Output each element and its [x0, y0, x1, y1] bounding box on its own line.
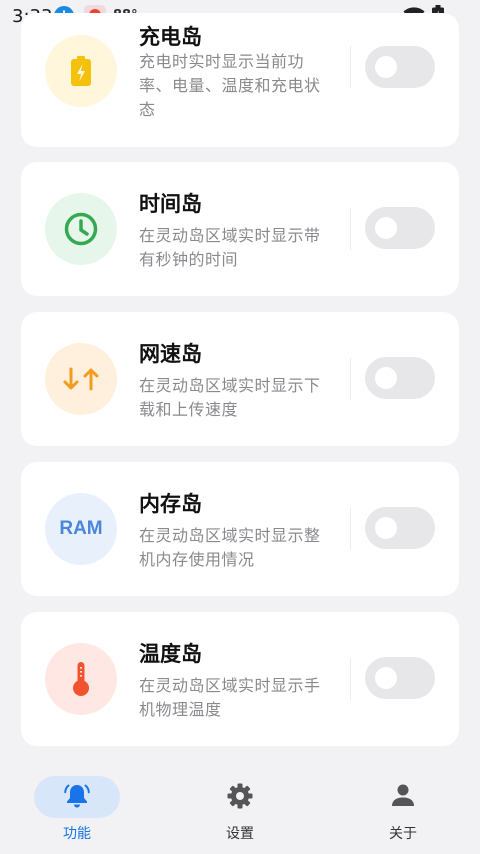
ram-icon: RAM — [59, 518, 103, 539]
bell-icon — [20, 782, 134, 810]
divider — [350, 508, 351, 550]
thermometer-icon — [73, 662, 89, 696]
battery-bolt-icon — [71, 56, 91, 86]
feature-description: 在灵动岛区域实时显示下载和上传速度 — [139, 376, 321, 419]
feature-card-network-speed: 网速岛 在灵动岛区域实时显示下载和上传速度 — [21, 312, 459, 446]
toggle-knob — [375, 367, 397, 389]
nav-tab-features[interactable]: 功能 — [20, 762, 134, 854]
feature-description: 充电时实时显示当前功率、电量、温度和充电状态 — [139, 52, 321, 119]
network-speed-island-toggle[interactable] — [365, 357, 435, 399]
charging-icon-circle — [45, 35, 117, 107]
feature-description: 在灵动岛区域实时显示整机内存使用情况 — [139, 526, 321, 569]
nav-tab-about[interactable]: 关于 — [343, 762, 463, 854]
up-down-arrows-icon — [63, 367, 99, 391]
feature-title: 时间岛 — [139, 192, 202, 216]
divider — [350, 658, 351, 700]
toggle-knob — [375, 667, 397, 689]
toggle-knob — [375, 217, 397, 239]
nav-label: 设置 — [226, 826, 254, 842]
feature-card-charging: 充电岛 充电时实时显示当前功率、电量、温度和充电状态 — [21, 13, 459, 147]
feature-card-temperature: 温度岛 在灵动岛区域实时显示手机物理温度 — [21, 612, 459, 746]
nav-label: 关于 — [389, 826, 417, 842]
memory-icon-circle: RAM — [45, 493, 117, 565]
nav-tab-settings[interactable]: 设置 — [180, 762, 300, 854]
divider — [350, 208, 351, 250]
memory-island-toggle[interactable] — [365, 507, 435, 549]
toggle-knob — [375, 517, 397, 539]
gear-icon — [180, 782, 300, 810]
clock-icon — [64, 212, 98, 246]
temperature-island-toggle[interactable] — [365, 657, 435, 699]
feature-title: 充电岛 — [139, 25, 202, 49]
feature-description: 在灵动岛区域实时显示带有秒钟的时间 — [139, 226, 321, 269]
time-icon-circle — [45, 193, 117, 265]
charging-island-toggle[interactable] — [365, 46, 435, 88]
time-island-toggle[interactable] — [365, 207, 435, 249]
divider — [350, 46, 351, 88]
nav-label: 功能 — [63, 826, 91, 842]
divider — [350, 358, 351, 400]
feature-title: 内存岛 — [139, 492, 202, 516]
feature-title: 网速岛 — [139, 342, 202, 366]
network-icon-circle — [45, 343, 117, 415]
feature-card-memory: RAM 内存岛 在灵动岛区域实时显示整机内存使用情况 — [21, 462, 459, 596]
feature-description: 在灵动岛区域实时显示手机物理温度 — [139, 676, 321, 719]
feature-title: 温度岛 — [139, 642, 202, 666]
feature-card-time: 时间岛 在灵动岛区域实时显示带有秒钟的时间 — [21, 162, 459, 296]
temperature-icon-circle — [45, 643, 117, 715]
toggle-knob — [375, 56, 397, 78]
bottom-nav: 功能 设置 关于 — [0, 762, 480, 854]
person-icon — [343, 782, 463, 808]
